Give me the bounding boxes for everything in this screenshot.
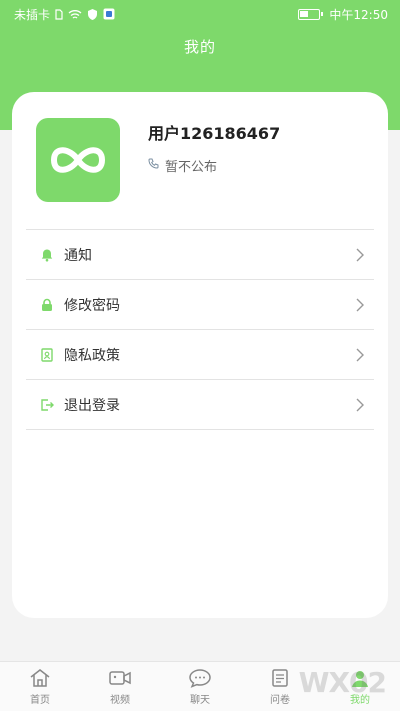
tab-survey[interactable]: 问卷 (240, 662, 320, 711)
survey-icon (272, 668, 288, 687)
phone-icon (148, 158, 159, 173)
menu-item-logout[interactable]: 退出登录 (26, 380, 374, 430)
app-logo-icon (51, 147, 105, 173)
phone-row: 暂不公布 (148, 156, 217, 175)
video-icon (109, 670, 131, 685)
menu-item-notification[interactable]: 通知 (26, 230, 374, 280)
carrier-text: 未插卡 (14, 7, 51, 22)
status-bar: 未插卡 中午12:50 (0, 0, 400, 28)
tab-home[interactable]: 首页 (0, 662, 80, 711)
profile-card: 用户126186467 暂不公布 通知 修改密码 隐私政策 退出登录 (12, 92, 388, 618)
tab-label: 首页 (30, 694, 50, 706)
clock-text: 中午12:50 (329, 7, 388, 22)
tab-label: 视频 (110, 694, 130, 706)
username: 用户126186467 (148, 124, 281, 143)
menu-item-privacy-policy[interactable]: 隐私政策 (26, 330, 374, 380)
tab-label: 聊天 (190, 694, 210, 706)
page-title: 我的 (183, 38, 216, 56)
chevron-right-icon (354, 248, 366, 262)
document-icon (40, 347, 54, 362)
bottom-tab-bar: 首页 视频 聊天 问卷 我的 (0, 661, 400, 711)
tab-label: 我的 (350, 694, 370, 706)
sim-icon (55, 8, 63, 20)
phone-text: 暂不公布 (165, 160, 218, 175)
bell-icon (40, 248, 54, 262)
menu-label: 退出登录 (64, 397, 120, 414)
app-notification-icon (103, 8, 115, 20)
logout-icon (40, 398, 54, 412)
avatar[interactable] (36, 118, 120, 202)
profile-icon (352, 670, 368, 687)
chevron-right-icon (354, 398, 366, 412)
status-left: 未插卡 (14, 6, 115, 23)
settings-menu: 通知 修改密码 隐私政策 退出登录 (26, 229, 374, 430)
menu-item-change-password[interactable]: 修改密码 (26, 280, 374, 330)
tab-chat[interactable]: 聊天 (160, 662, 240, 711)
tab-profile[interactable]: 我的 (320, 662, 400, 711)
menu-label: 隐私政策 (64, 347, 120, 364)
shield-icon (87, 8, 98, 20)
tab-video[interactable]: 视频 (80, 662, 160, 711)
battery-icon (298, 8, 324, 20)
chat-icon (189, 668, 211, 688)
status-right: 中午12:50 (298, 6, 388, 23)
lock-icon (40, 298, 54, 312)
tab-label: 问卷 (270, 694, 290, 706)
home-icon (30, 668, 50, 687)
wifi-icon (68, 9, 82, 20)
menu-label: 修改密码 (64, 297, 120, 314)
chevron-right-icon (354, 298, 366, 312)
menu-label: 通知 (64, 247, 92, 264)
chevron-right-icon (354, 348, 366, 362)
